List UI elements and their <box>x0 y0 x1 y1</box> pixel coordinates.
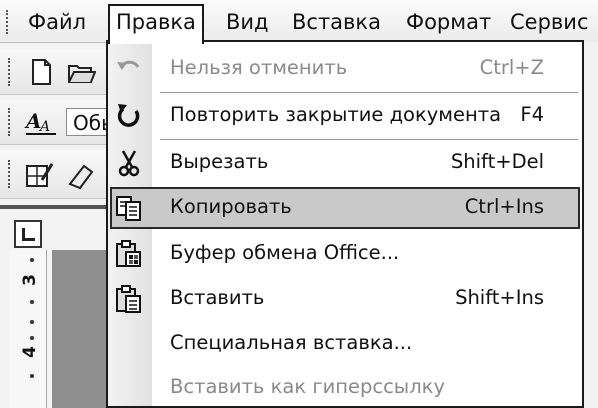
menu-item-office-clipboard[interactable]: Буфер обмена Office... <box>108 233 582 273</box>
tables-toolbar <box>0 150 120 199</box>
menu-insert[interactable]: Вставка <box>286 6 387 38</box>
menu-item-undo[interactable]: Нельзя отменить Ctrl+Z <box>108 48 582 88</box>
eraser-icon[interactable] <box>66 160 96 190</box>
menu-item-shortcut: Ctrl+Z <box>479 56 544 79</box>
ruler-number: 3 <box>19 274 40 286</box>
menu-separator <box>160 92 578 93</box>
ruler-tick <box>30 374 34 378</box>
menu-format[interactable]: Формат <box>400 6 497 38</box>
menu-tools[interactable]: Сервис <box>504 6 594 38</box>
undo-icon <box>114 54 144 84</box>
copy-icon <box>114 193 144 223</box>
menu-item-label: Специальная вставка... <box>170 331 413 354</box>
office-clipboard-icon <box>114 239 144 269</box>
menu-item-label: Вставить как гиперссылку <box>170 375 445 398</box>
scissors-icon <box>114 148 144 178</box>
svg-text:A: A <box>38 119 50 135</box>
menu-item-paste-special[interactable]: Специальная вставка... <box>108 323 582 363</box>
edit-menu-dropdown: Нельзя отменить Ctrl+Z Повторить закрыти… <box>106 40 584 408</box>
menu-item-copy[interactable]: Копировать Ctrl+Ins <box>108 187 582 229</box>
draw-table-icon[interactable] <box>24 160 54 190</box>
paste-icon <box>114 284 144 314</box>
menu-file[interactable]: Файл <box>22 6 92 38</box>
svg-text:A: A <box>24 109 42 133</box>
menu-view[interactable]: Вид <box>220 6 275 38</box>
menu-item-label: Вырезать <box>170 150 269 173</box>
menu-item-label: Вставить <box>170 286 265 309</box>
toolbar-grip[interactable] <box>8 160 14 188</box>
styles-icon[interactable]: A A <box>24 107 56 137</box>
menu-item-cut[interactable]: Вырезать Shift+Del <box>108 142 582 182</box>
menu-item-shortcut: F4 <box>520 103 544 126</box>
formatting-toolbar: A A Обь <box>0 100 120 145</box>
document-page-area[interactable] <box>52 250 112 408</box>
window-edge <box>584 42 598 408</box>
menu-item-paste-as-hyperlink[interactable]: Вставить как гиперссылку <box>108 367 582 407</box>
ruler-number: 4 <box>19 346 40 358</box>
menu-item-label: Нельзя отменить <box>170 56 348 79</box>
menu-separator <box>160 139 578 140</box>
tab-selector-icon[interactable] <box>14 220 42 248</box>
standard-toolbar <box>0 50 120 95</box>
ruler-tick <box>30 320 34 324</box>
menu-item-shortcut: Ctrl+Ins <box>464 195 544 218</box>
menu-item-shortcut: Shift+Del <box>450 150 544 173</box>
ruler-tick <box>30 300 34 304</box>
menu-item-redo[interactable]: Повторить закрытие документа F4 <box>108 95 582 135</box>
vertical-ruler[interactable]: 3 4 <box>10 250 47 408</box>
word-window: Файл Правка Вид Вставка Формат Сервис A <box>0 0 598 408</box>
menubar-grip[interactable] <box>6 10 12 34</box>
menu-edit[interactable]: Правка <box>108 4 204 44</box>
menu-item-label: Буфер обмена Office... <box>170 241 400 264</box>
document-border <box>0 205 112 209</box>
toolbar-grip[interactable] <box>8 108 14 136</box>
open-folder-icon[interactable] <box>66 57 97 87</box>
menu-bar: Файл Правка Вид Вставка Формат Сервис <box>0 0 598 44</box>
ruler-tick <box>30 258 34 262</box>
toolbar-grip[interactable] <box>8 58 14 86</box>
menu-item-label: Копировать <box>170 195 292 218</box>
menu-item-label: Повторить закрытие документа <box>170 103 502 126</box>
redo-icon <box>114 101 144 131</box>
new-document-icon[interactable] <box>26 57 56 87</box>
menu-item-paste[interactable]: Вставить Shift+Ins <box>108 278 582 318</box>
menu-item-shortcut: Shift+Ins <box>455 286 544 309</box>
ruler-tick <box>30 336 34 340</box>
